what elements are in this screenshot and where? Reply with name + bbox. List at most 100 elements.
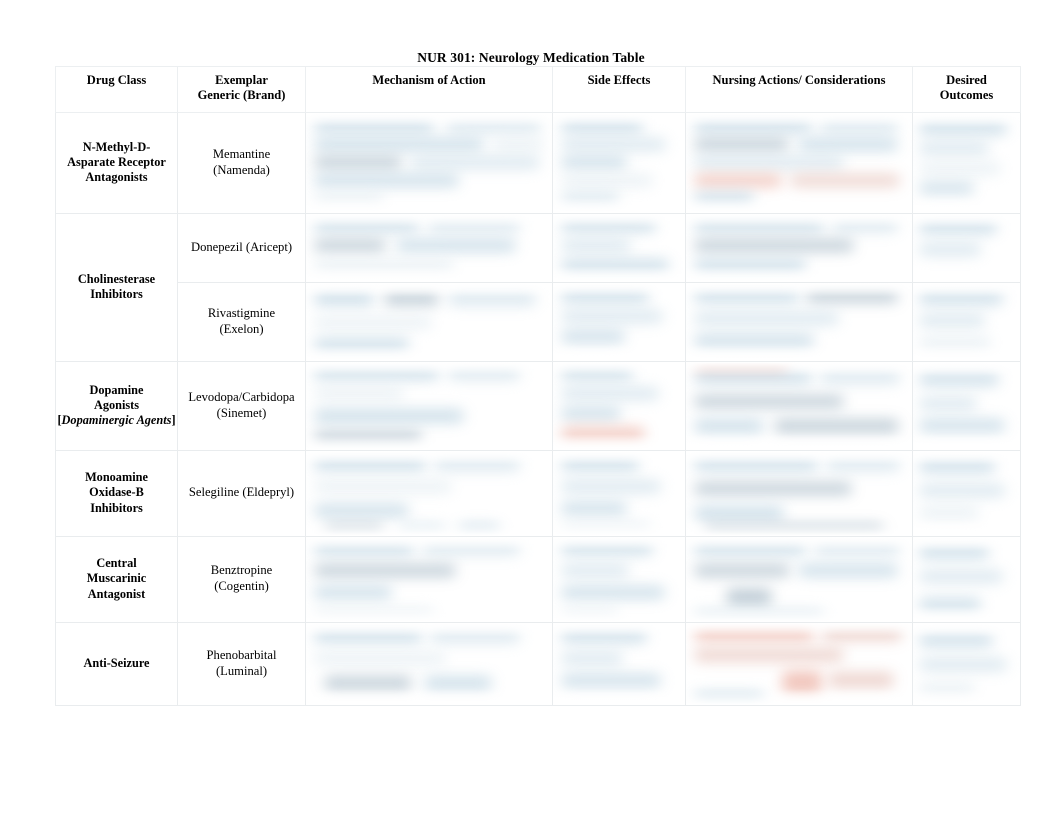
cell-exemplar: Rivastigmine (Exelon) <box>177 281 306 362</box>
cell-mechanism-of-action <box>305 281 553 362</box>
redacted-content <box>914 113 1020 212</box>
drug-class-line: N-Methyl-D- <box>82 139 151 154</box>
redacted-content <box>554 451 685 535</box>
cell-mechanism-of-action <box>305 111 553 214</box>
redacted-content <box>914 362 1020 449</box>
redacted-content <box>554 214 685 281</box>
column-header-outcomes-line1: Desired <box>946 73 987 87</box>
cell-nursing-actions <box>685 449 913 537</box>
table-row: Monoamine Oxidase-B Inhibitors Selegilin… <box>55 449 1021 537</box>
redacted-content <box>914 283 1020 360</box>
column-header-exemplar: Exemplar Generic (Brand) <box>177 66 306 113</box>
drug-class-line: Central <box>96 556 137 571</box>
column-header-nursing-actions: Nursing Actions/ Considerations <box>685 66 913 113</box>
cell-side-effects <box>552 535 686 623</box>
redacted-content <box>914 214 1020 281</box>
exemplar-line: Levodopa/Carbidopa <box>188 389 295 404</box>
drug-class-line: Cholinesterase <box>77 271 156 286</box>
cell-drug-class: Central Muscarinic Antagonist <box>55 535 178 623</box>
cell-desired-outcomes <box>912 360 1021 451</box>
redacted-content <box>687 451 912 535</box>
exemplar-line: Rivastigmine <box>207 305 276 320</box>
drug-class-line: Inhibitors <box>90 500 143 515</box>
redacted-content <box>554 537 685 621</box>
column-header-outcomes-line2: Outcomes <box>939 88 994 103</box>
redacted-content <box>554 623 685 704</box>
column-header-exemplar-line2: Generic (Brand) <box>197 88 286 103</box>
cell-nursing-actions <box>685 281 913 362</box>
drug-class-line: Antagonists <box>85 170 148 185</box>
drug-class-line: Oxidase-B <box>89 485 144 500</box>
drug-class-line: Monoamine <box>85 470 148 485</box>
redacted-content <box>554 362 685 449</box>
exemplar-line: (Sinemet) <box>216 405 267 420</box>
cell-desired-outcomes <box>912 212 1021 283</box>
cell-exemplar: Phenobarbital (Luminal) <box>177 621 306 706</box>
exemplar-line: (Cogentin) <box>214 579 269 593</box>
cell-desired-outcomes <box>912 111 1021 214</box>
cell-side-effects <box>552 212 686 283</box>
cell-side-effects <box>552 111 686 214</box>
cell-desired-outcomes <box>912 281 1021 362</box>
redacted-content <box>687 113 912 212</box>
cell-exemplar: Selegiline (Eldepryl) <box>177 449 306 537</box>
cell-mechanism-of-action <box>305 212 553 283</box>
cell-desired-outcomes <box>912 449 1021 537</box>
table-header: Drug Class Exemplar Generic (Brand) Mech… <box>55 66 1021 113</box>
document-page: NUR 301: Neurology Medication Table Drug… <box>0 0 1062 824</box>
column-header-drug-class: Drug Class <box>55 66 178 113</box>
page-title: NUR 301: Neurology Medication Table <box>417 50 645 65</box>
cell-side-effects <box>552 281 686 362</box>
redacted-content <box>554 283 685 360</box>
drug-class-line: Anti-Seizure <box>83 655 150 670</box>
drug-class-alt-suffix: ] <box>171 413 176 428</box>
cell-drug-class: N-Methyl-D- Asparate Receptor Antagonist… <box>55 111 178 214</box>
exemplar-line: Benztropine <box>210 563 273 578</box>
cell-drug-class: Cholinesterase Inhibitors <box>55 212 178 362</box>
exemplar-line: Memantine <box>212 146 271 161</box>
exemplar-line: (Namenda) <box>213 162 270 177</box>
drug-class-line: Muscarinic <box>86 571 147 586</box>
redacted-content <box>687 283 912 360</box>
medication-table: Drug Class Exemplar Generic (Brand) Mech… <box>55 66 1021 706</box>
cell-desired-outcomes <box>912 621 1021 706</box>
cell-desired-outcomes <box>912 535 1021 623</box>
cell-side-effects <box>552 449 686 537</box>
cell-side-effects <box>552 621 686 706</box>
cell-exemplar: Benztropine (Cogentin) <box>177 535 306 623</box>
cell-mechanism-of-action <box>305 535 553 623</box>
redacted-content <box>914 451 1020 535</box>
cell-mechanism-of-action <box>305 449 553 537</box>
redacted-content <box>914 623 1020 704</box>
redacted-content <box>307 362 552 449</box>
column-header-mechanism-of-action: Mechanism of Action <box>305 66 553 113</box>
table-row: Central Muscarinic Antagonist Benztropin… <box>55 535 1021 623</box>
redacted-content <box>687 537 912 621</box>
cell-exemplar: Donepezil (Aricept) <box>177 212 306 283</box>
drug-class-alt-name: Dopaminergic Agents <box>61 413 172 428</box>
drug-class-line: Asparate Receptor <box>67 154 166 169</box>
cell-side-effects <box>552 360 686 451</box>
redacted-content <box>554 113 685 212</box>
drug-class-line: Agonists <box>93 397 140 412</box>
exemplar-line: (Luminal) <box>215 663 268 678</box>
drug-class-line: Dopamine <box>89 382 144 397</box>
exemplar-line: Selegiline (Eldepryl) <box>188 485 295 500</box>
exemplar-line: (Exelon) <box>219 321 264 336</box>
drug-class-line: Inhibitors <box>90 287 143 301</box>
redacted-content <box>307 113 552 212</box>
drug-class-line: Antagonist <box>87 586 146 601</box>
column-header-exemplar-line1: Exemplar <box>215 73 268 87</box>
table-row: Anti-Seizure Phenobarbital (Luminal) <box>55 621 1021 706</box>
redacted-content <box>687 623 912 704</box>
redacted-content <box>307 537 552 621</box>
redacted-content <box>307 283 552 360</box>
cell-nursing-actions <box>685 621 913 706</box>
cell-drug-class: Anti-Seizure <box>55 621 178 706</box>
table-row: Cholinesterase Inhibitors Donepezil (Ari… <box>55 212 1021 362</box>
cell-drug-class: Dopamine Agonists [Dopaminergic Agents] <box>55 360 178 451</box>
table-body: N-Methyl-D- Asparate Receptor Antagonist… <box>55 111 1021 706</box>
exemplar-line: Donepezil (Aricept) <box>190 239 293 254</box>
cell-exemplar: Memantine (Namenda) <box>177 111 306 214</box>
redacted-content <box>307 214 552 281</box>
